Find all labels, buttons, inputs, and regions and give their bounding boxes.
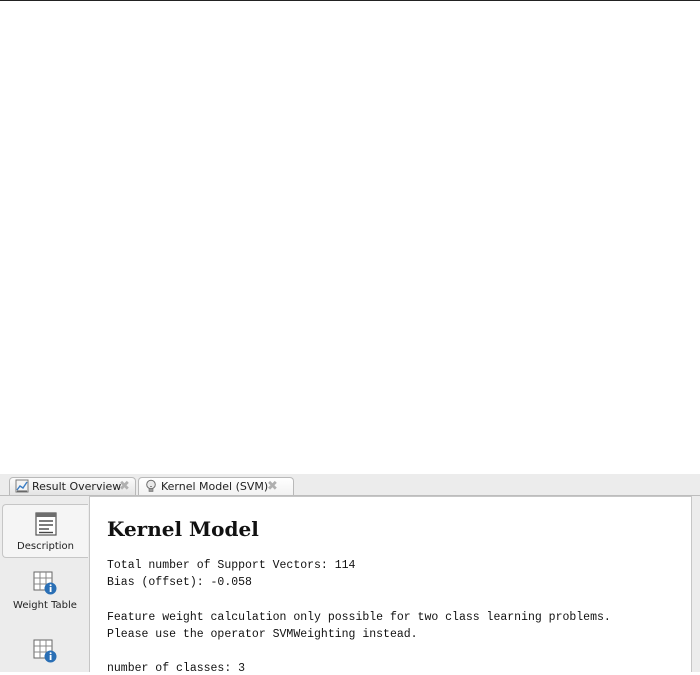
table-info-icon [33,571,57,595]
sidebar-item-label: Weight Table [13,600,77,611]
page-title: Kernel Model [107,517,259,541]
model-description-view: Kernel Model Total number of Support Vec… [89,496,692,675]
sidebar-item-weight-table[interactable]: Weight Table [2,564,88,624]
text-line: Feature weight calculation only possible… [107,611,611,624]
close-icon[interactable]: ✖ [267,478,278,495]
tab-bar: Result Overview ✖ Kernel Model (SVM) ✖ [0,474,700,496]
text-line: Bias (offset): -0.058 [107,576,252,589]
tab-label: Kernel Model (SVM) [161,480,269,493]
tab-result-overview[interactable]: Result Overview ✖ [9,477,136,495]
sidebar-item-label: Description [17,541,74,552]
text-line: Please use the operator SVMWeighting ins… [107,628,418,641]
lightbulb-icon [146,479,156,492]
text-line: Total number of Support Vectors: 114 [107,559,356,572]
sidebar-item-description[interactable]: Description [2,504,88,558]
sidebar-item-table[interactable] [2,632,88,672]
close-icon[interactable]: ✖ [119,478,130,495]
table-info-icon [33,639,57,663]
results-panel: Result Overview ✖ Kernel Model (SVM) ✖ D [0,474,700,675]
tab-label: Result Overview [32,480,122,493]
text-line: number of classes: 3 [107,662,246,675]
text-document-icon [34,512,57,536]
top-border [0,0,700,1]
chart-icon [15,479,29,493]
tab-kernel-model[interactable]: Kernel Model (SVM) ✖ [138,477,294,495]
view-sidebar: Description Weight Table [0,496,89,672]
